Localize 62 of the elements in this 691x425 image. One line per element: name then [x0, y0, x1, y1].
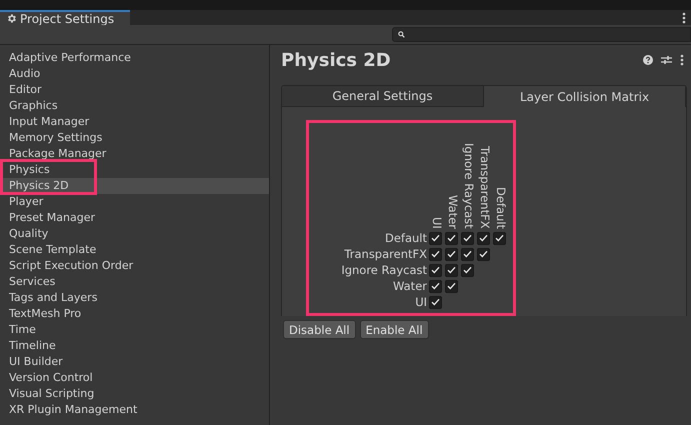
search-icon — [398, 31, 405, 38]
sidebar-item[interactable]: TextMesh Pro — [0, 306, 269, 322]
panel-title: Physics 2D — [281, 50, 391, 70]
row-label: TransparentFX — [343, 248, 428, 261]
sidebar-item[interactable]: Visual Scripting — [0, 386, 269, 402]
sidebar-item[interactable]: Memory Settings — [0, 130, 269, 146]
checkbox[interactable] — [445, 248, 458, 261]
checkbox[interactable] — [493, 232, 506, 245]
sidebar-item[interactable]: Adaptive Performance — [0, 50, 269, 66]
tab[interactable]: Layer Collision Matrix — [484, 86, 686, 107]
action-button[interactable]: Disable All — [283, 320, 356, 339]
search-field[interactable] — [392, 27, 691, 42]
kebab-menu-icon[interactable] — [680, 54, 684, 66]
sidebar-item[interactable]: Graphics — [0, 98, 269, 114]
sidebar-item[interactable]: Package Manager — [0, 146, 269, 162]
checkbox[interactable] — [477, 248, 490, 261]
tab[interactable]: General Settings — [282, 86, 484, 107]
sidebar-item[interactable]: Preset Manager — [0, 210, 269, 226]
column-label: Default — [493, 186, 509, 229]
checkbox[interactable] — [461, 232, 474, 245]
sidebar-item[interactable]: Script Execution Order — [0, 258, 269, 274]
checkbox[interactable] — [429, 280, 442, 293]
sidebar-item[interactable]: Input Manager — [0, 114, 269, 130]
sidebar-item[interactable]: Editor — [0, 82, 269, 98]
checkbox[interactable] — [429, 264, 442, 277]
row-label: Water — [392, 280, 428, 293]
sidebar-item[interactable]: Timeline — [0, 338, 269, 354]
row-label: Ignore Raycast — [340, 264, 428, 277]
column-label: Ignore Raycast — [461, 143, 477, 229]
window-title: Project Settings — [20, 12, 114, 26]
checkbox[interactable] — [461, 248, 474, 261]
sidebar-item[interactable]: UI Builder — [0, 354, 269, 370]
checkbox[interactable] — [461, 264, 474, 277]
sliders-icon[interactable] — [661, 55, 672, 65]
checkbox[interactable] — [429, 232, 442, 245]
sidebar-item[interactable]: Physics 2D — [0, 178, 269, 194]
sidebar-item[interactable]: Services — [0, 274, 269, 290]
sidebar-item[interactable]: Audio — [0, 66, 269, 82]
window-tab[interactable]: Project Settings — [0, 10, 130, 25]
action-button[interactable]: Enable All — [360, 320, 429, 339]
sidebar-item[interactable]: Physics — [0, 162, 269, 178]
sidebar-item[interactable]: XR Plugin Management — [0, 402, 269, 418]
checkbox[interactable] — [477, 232, 490, 245]
sidebar-item[interactable]: Player — [0, 194, 269, 210]
gear-icon — [6, 13, 17, 24]
checkbox[interactable] — [445, 232, 458, 245]
column-label: TransparentFX — [477, 146, 493, 229]
checkbox[interactable] — [429, 248, 442, 261]
sidebar-item[interactable]: Scene Template — [0, 242, 269, 258]
checkbox[interactable] — [429, 296, 442, 309]
column-label: UI — [429, 216, 445, 229]
checkbox[interactable] — [445, 280, 458, 293]
row-label: UI — [414, 296, 428, 309]
sidebar-item[interactable]: Time — [0, 322, 269, 338]
sidebar-item[interactable]: Quality — [0, 226, 269, 242]
sidebar-item[interactable]: Version Control — [0, 370, 269, 386]
column-label: Water — [445, 194, 461, 229]
kebab-menu-icon[interactable] — [682, 12, 686, 24]
sidebar-item[interactable]: Tags and Layers — [0, 290, 269, 306]
help-icon[interactable] — [643, 55, 653, 65]
checkbox[interactable] — [445, 264, 458, 277]
row-label: Default — [384, 232, 428, 245]
